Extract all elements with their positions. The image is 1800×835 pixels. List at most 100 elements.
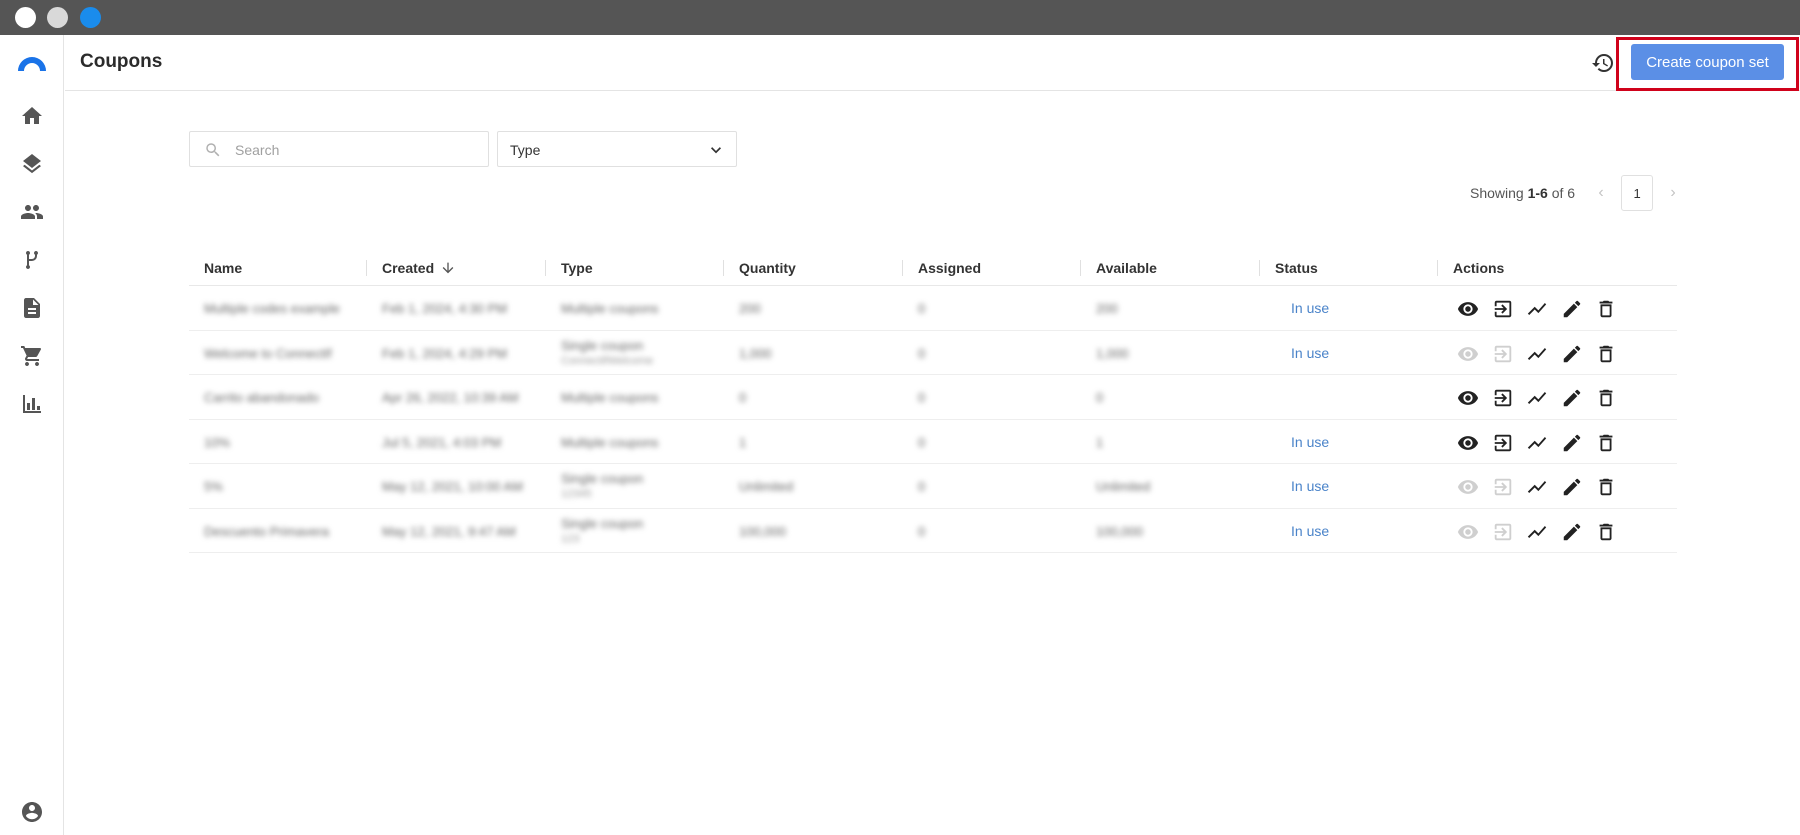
edit-button[interactable] xyxy=(1560,386,1584,410)
table-row[interactable]: Welcome to ConnectIf Feb 1, 2024, 4:29 P… xyxy=(189,331,1677,375)
sidebar-item-home[interactable] xyxy=(18,102,46,130)
sort-arrow-down-icon[interactable] xyxy=(440,260,456,276)
export-icon xyxy=(1494,300,1511,318)
table-row[interactable]: Descuento Primavera May 12, 2021, 9:47 A… xyxy=(189,509,1677,553)
view-button[interactable] xyxy=(1456,342,1480,366)
cell-type: Single coupon xyxy=(561,515,644,531)
eye-icon xyxy=(1457,524,1479,539)
sidebar-item-content[interactable] xyxy=(18,294,46,322)
window-close-button[interactable] xyxy=(15,7,36,28)
stats-button[interactable] xyxy=(1525,386,1549,410)
delete-button[interactable] xyxy=(1594,386,1618,410)
cell-name: Descuento Primavera xyxy=(204,523,329,539)
edit-button[interactable] xyxy=(1560,342,1584,366)
table-row[interactable]: 10% Jul 5, 2021, 4:03 PM Multiple coupon… xyxy=(189,420,1677,464)
search-box xyxy=(189,131,489,167)
edit-button[interactable] xyxy=(1560,297,1584,321)
eye-icon xyxy=(1457,480,1479,494)
eye-icon xyxy=(1457,346,1479,361)
delete-button[interactable] xyxy=(1594,431,1618,455)
cell-created: May 12, 2021, 10:00 AM xyxy=(382,479,523,494)
trash-icon xyxy=(1599,478,1613,496)
sidebar-item-layers[interactable] xyxy=(18,150,46,178)
trash-icon xyxy=(1599,300,1613,318)
sidebar-item-ecommerce[interactable] xyxy=(18,342,46,370)
export-button[interactable] xyxy=(1491,520,1515,544)
delete-button[interactable] xyxy=(1594,297,1618,321)
bar-chart-icon xyxy=(23,395,41,413)
cell-type-code: ConnectifWelcome xyxy=(561,354,654,367)
edit-button[interactable] xyxy=(1560,431,1584,455)
search-input[interactable] xyxy=(235,138,475,162)
edit-button[interactable] xyxy=(1560,475,1584,499)
export-button[interactable] xyxy=(1491,386,1515,410)
view-button[interactable] xyxy=(1456,386,1480,410)
delete-button[interactable] xyxy=(1594,342,1618,366)
export-button[interactable] xyxy=(1491,342,1515,366)
row-actions xyxy=(1456,475,1629,499)
status-badge: In use xyxy=(1291,344,1330,361)
window-minimize-button[interactable] xyxy=(47,7,68,28)
table-row[interactable]: 5% May 12, 2021, 10:00 AM Single coupon … xyxy=(189,464,1677,509)
sidebar-item-account[interactable] xyxy=(18,798,46,826)
export-button[interactable] xyxy=(1491,475,1515,499)
cell-available: 0 xyxy=(1096,390,1104,405)
stats-button[interactable] xyxy=(1525,431,1549,455)
view-button[interactable] xyxy=(1456,520,1480,544)
app-logo[interactable] xyxy=(16,53,48,73)
pencil-icon xyxy=(1563,345,1580,362)
type-filter-select[interactable]: Type xyxy=(497,131,737,167)
stats-button[interactable] xyxy=(1525,342,1549,366)
delete-button[interactable] xyxy=(1594,520,1618,544)
people-icon xyxy=(21,205,43,219)
prev-page-button[interactable]: ‹ xyxy=(1589,184,1613,202)
view-button[interactable] xyxy=(1456,431,1480,455)
row-actions xyxy=(1456,342,1629,366)
column-header-created[interactable]: Created xyxy=(366,258,456,278)
stats-button[interactable] xyxy=(1525,475,1549,499)
column-header-status[interactable]: Status xyxy=(1259,258,1318,278)
page-number-button[interactable]: 1 xyxy=(1621,175,1654,211)
column-header-available[interactable]: Available xyxy=(1080,258,1157,278)
sidebar-item-workflows[interactable] xyxy=(18,246,46,274)
cell-assigned: 0 xyxy=(918,434,926,450)
trending-icon xyxy=(1527,303,1547,315)
table-row[interactable]: Carrito abandonado Apr 26, 2022, 10:39 A… xyxy=(189,375,1677,420)
column-header-assigned[interactable]: Assigned xyxy=(902,258,981,278)
sidebar-item-analytics[interactable] xyxy=(18,390,46,418)
cell-assigned: 0 xyxy=(918,523,926,539)
delete-button[interactable] xyxy=(1594,475,1618,499)
trending-icon xyxy=(1527,436,1547,449)
home-icon xyxy=(22,107,42,124)
edit-button[interactable] xyxy=(1560,520,1584,544)
cell-type-code: 12345 xyxy=(561,488,592,500)
cell-name: Carrito abandonado xyxy=(204,390,319,405)
create-coupon-set-button[interactable]: Create coupon set xyxy=(1631,44,1784,80)
export-button[interactable] xyxy=(1491,431,1515,455)
cell-available: Unlimited xyxy=(1096,479,1151,494)
trash-icon xyxy=(1599,345,1613,362)
column-header-type[interactable]: Type xyxy=(545,258,593,278)
view-button[interactable] xyxy=(1456,475,1480,499)
account-icon xyxy=(22,802,42,822)
cell-assigned: 0 xyxy=(918,301,926,316)
cell-quantity: 200 xyxy=(739,301,761,316)
column-header-quantity[interactable]: Quantity xyxy=(723,258,796,278)
trending-icon xyxy=(1527,481,1547,493)
column-header-name[interactable]: Name xyxy=(204,258,242,278)
export-button[interactable] xyxy=(1491,297,1515,321)
cell-available: 1 xyxy=(1096,434,1104,450)
stats-button[interactable] xyxy=(1525,520,1549,544)
stats-button[interactable] xyxy=(1525,297,1549,321)
pencil-icon xyxy=(1563,300,1580,318)
sidebar-item-contacts[interactable] xyxy=(18,198,46,226)
window-maximize-button[interactable] xyxy=(80,7,101,28)
cell-assigned: 0 xyxy=(918,345,926,361)
history-button[interactable] xyxy=(1590,50,1616,76)
cell-quantity: 1 xyxy=(739,434,747,450)
view-button[interactable] xyxy=(1456,297,1480,321)
cell-created: May 12, 2021, 9:47 AM xyxy=(382,523,516,539)
table-row[interactable]: Multiple codes example Feb 1, 2024, 4:30… xyxy=(189,286,1677,331)
type-filter-label: Type xyxy=(510,142,541,158)
next-page-button[interactable]: › xyxy=(1661,184,1685,202)
